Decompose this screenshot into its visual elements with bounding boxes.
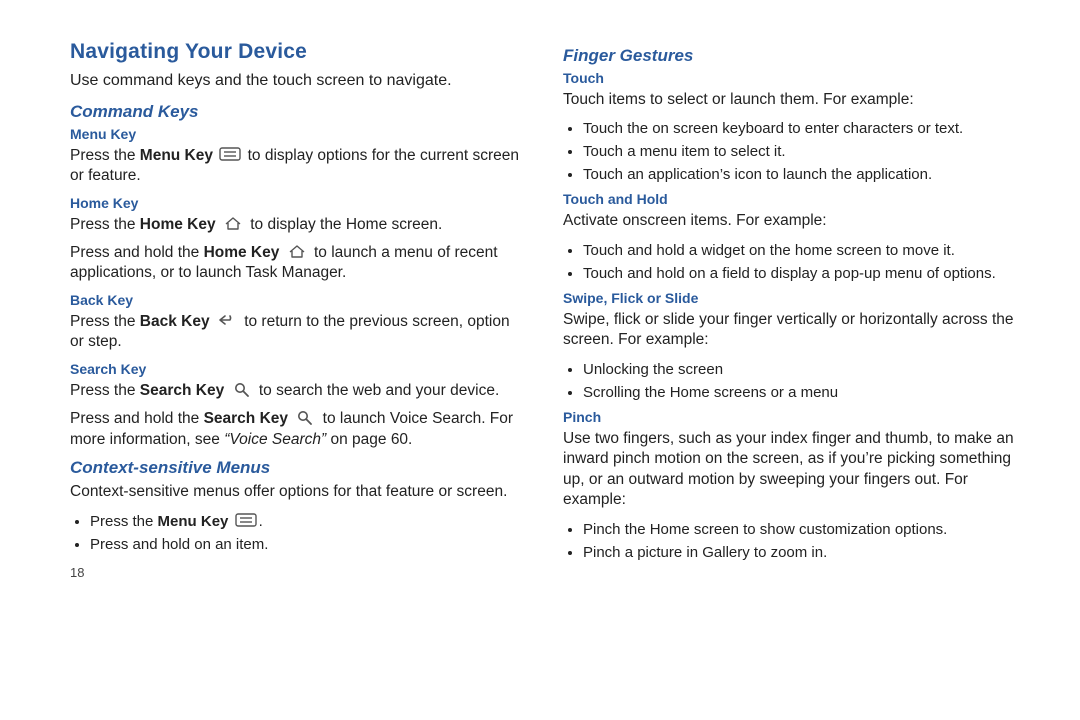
heading-swipe: Swipe, Flick or Slide xyxy=(563,290,1020,306)
heading-home-key: Home Key xyxy=(70,195,527,211)
list-item: Press the Menu Key . xyxy=(90,511,527,532)
text: Press the xyxy=(70,313,140,330)
menu-key-text: Press the Menu Key to display options fo… xyxy=(70,146,527,187)
text-bold: Search Key xyxy=(204,410,288,427)
touch-list: Touch the on screen keyboard to enter ch… xyxy=(563,118,1020,185)
list-item: Pinch the Home screen to show customizat… xyxy=(583,519,1020,540)
text: to display the Home screen. xyxy=(250,216,442,233)
heading-back-key: Back Key xyxy=(70,292,527,308)
cross-ref: “Voice Search” xyxy=(224,431,326,448)
heading-command-keys: Command Keys xyxy=(70,102,527,122)
page-number: 18 xyxy=(70,565,527,580)
pinch-list: Pinch the Home screen to show customizat… xyxy=(563,519,1020,563)
text-bold: Back Key xyxy=(140,313,210,330)
left-column: Navigating Your Device Use command keys … xyxy=(70,40,527,580)
menu-icon xyxy=(235,512,257,528)
list-item: Scrolling the Home screens or a menu xyxy=(583,382,1020,403)
list-item: Touch the on screen keyboard to enter ch… xyxy=(583,118,1020,139)
intro-text: Use command keys and the touch screen to… xyxy=(70,70,527,92)
home-icon xyxy=(286,243,308,259)
list-item: Pinch a picture in Gallery to zoom in. xyxy=(583,542,1020,563)
text: Press and hold the xyxy=(70,244,204,261)
menu-icon xyxy=(219,146,241,162)
text: . xyxy=(259,513,263,530)
search-icon xyxy=(294,409,316,425)
text: Press the xyxy=(90,513,158,530)
home-icon xyxy=(222,215,244,231)
page-title: Navigating Your Device xyxy=(70,40,527,64)
text: Press the xyxy=(70,147,140,164)
pinch-text: Use two fingers, such as your index fing… xyxy=(563,429,1020,511)
list-item: Touch and hold on a field to display a p… xyxy=(583,263,1020,284)
search-key-text-1: Press the Search Key to search the web a… xyxy=(70,381,527,401)
text-bold: Home Key xyxy=(204,244,280,261)
text: on page 60. xyxy=(326,431,412,448)
back-key-text: Press the Back Key to return to the prev… xyxy=(70,312,527,353)
list-item: Touch an application’s icon to launch th… xyxy=(583,164,1020,185)
list-item: Press and hold on an item. xyxy=(90,534,527,555)
touch-hold-text: Activate onscreen items. For example: xyxy=(563,211,1020,231)
heading-finger-gestures: Finger Gestures xyxy=(563,46,1020,66)
heading-search-key: Search Key xyxy=(70,361,527,377)
context-text: Context-sensitive menus offer options fo… xyxy=(70,482,527,502)
home-key-text-1: Press the Home Key to display the Home s… xyxy=(70,215,527,235)
right-column: Finger Gestures Touch Touch items to sel… xyxy=(563,40,1020,580)
text: Press the xyxy=(70,216,140,233)
heading-touch: Touch xyxy=(563,70,1020,86)
text-bold: Menu Key xyxy=(140,147,213,164)
home-key-text-2: Press and hold the Home Key to launch a … xyxy=(70,243,527,284)
list-item: Touch a menu item to select it. xyxy=(583,141,1020,162)
back-icon xyxy=(216,312,238,328)
heading-menu-key: Menu Key xyxy=(70,126,527,142)
text: Press and hold the xyxy=(70,410,204,427)
text-bold: Search Key xyxy=(140,382,224,399)
heading-context-menus: Context-sensitive Menus xyxy=(70,458,527,478)
swipe-text: Swipe, flick or slide your finger vertic… xyxy=(563,310,1020,351)
search-icon xyxy=(231,381,253,397)
context-list: Press the Menu Key . Press and hold on a… xyxy=(70,511,527,555)
text: Press the xyxy=(70,382,140,399)
list-item: Unlocking the screen xyxy=(583,359,1020,380)
search-key-text-2: Press and hold the Search Key to launch … xyxy=(70,409,527,450)
text-bold: Home Key xyxy=(140,216,216,233)
swipe-list: Unlocking the screen Scrolling the Home … xyxy=(563,359,1020,403)
list-item: Touch and hold a widget on the home scre… xyxy=(583,240,1020,261)
heading-pinch: Pinch xyxy=(563,409,1020,425)
heading-touch-hold: Touch and Hold xyxy=(563,191,1020,207)
text: to search the web and your device. xyxy=(259,382,499,399)
text-bold: Menu Key xyxy=(158,513,229,530)
touch-hold-list: Touch and hold a widget on the home scre… xyxy=(563,240,1020,284)
touch-text: Touch items to select or launch them. Fo… xyxy=(563,90,1020,110)
